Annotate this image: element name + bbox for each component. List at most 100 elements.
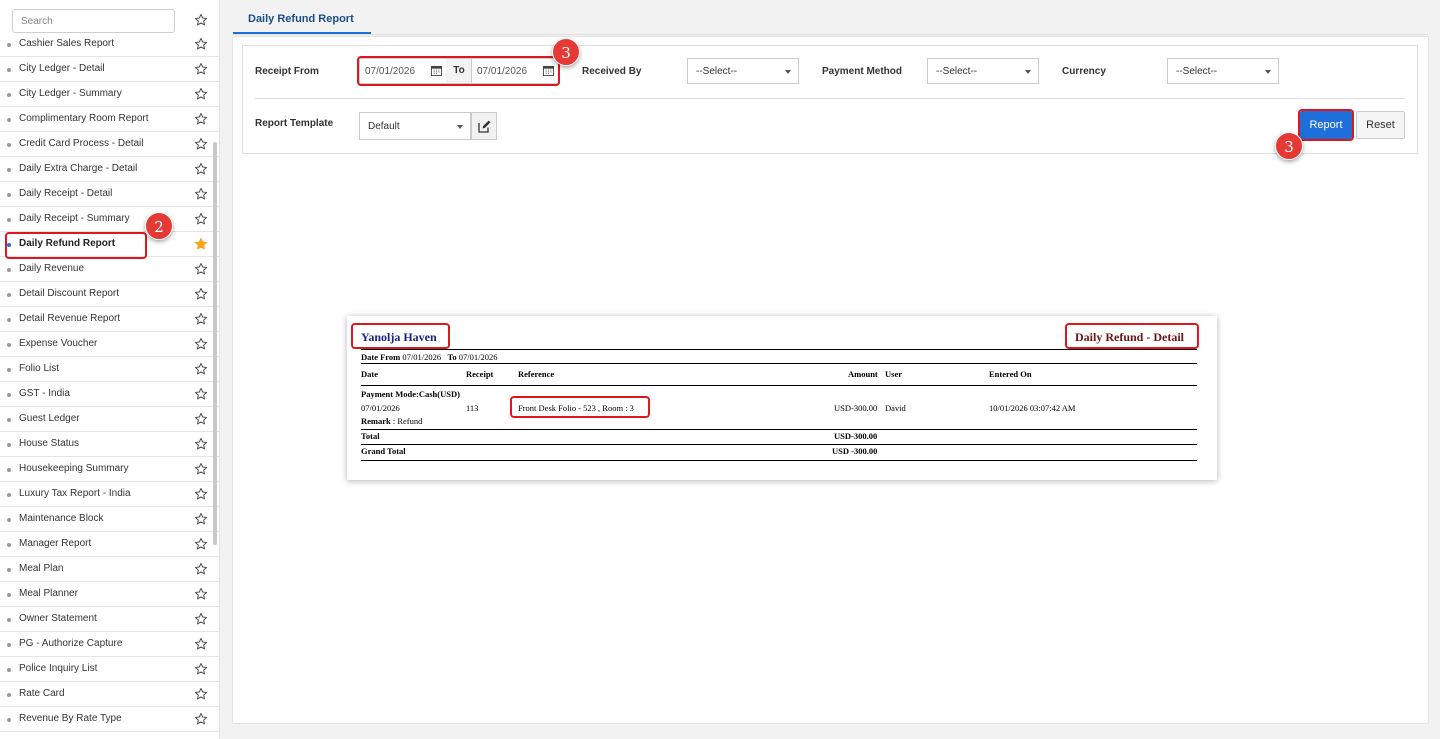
calendar-icon[interactable] [543, 65, 554, 76]
sidebar-item[interactable]: City Ledger - Summary [0, 82, 219, 107]
star-icon[interactable] [194, 437, 208, 451]
sidebar-item[interactable]: Meal Planner [0, 582, 219, 607]
star-icon[interactable] [194, 712, 208, 726]
star-icon[interactable] [194, 412, 208, 426]
sidebar-item[interactable]: Housekeeping Summary [0, 457, 219, 482]
sidebar-item[interactable]: Complimentary Room Report [0, 107, 219, 132]
report-sidebar: Cashier Sales Report City Ledger - Detail… [0, 0, 220, 739]
reset-button[interactable]: Reset [1356, 111, 1405, 139]
sidebar-item[interactable]: Maintenance Block [0, 507, 219, 532]
sidebar-item-label: Manager Report [19, 538, 92, 549]
col-entered-on: Entered On [989, 369, 1032, 379]
star-icon[interactable] [194, 512, 208, 526]
sidebar-item[interactable]: Daily Receipt - Summary [0, 207, 219, 232]
star-icon[interactable] [194, 612, 208, 626]
search-input[interactable] [12, 9, 175, 33]
date-to-separator: To [446, 58, 472, 84]
star-icon[interactable] [194, 62, 208, 76]
sidebar-item-label: Revenue By Rate Type [19, 713, 122, 724]
sidebar-item[interactable]: GST - India [0, 382, 219, 407]
sidebar-item[interactable]: Meal Plan [0, 557, 219, 582]
star-icon[interactable] [194, 162, 208, 176]
report-preview: Yanolja Haven Daily Refund - Detail Date… [347, 316, 1217, 480]
star-icon[interactable] [194, 137, 208, 151]
star-icon[interactable] [194, 337, 208, 351]
edit-template-button[interactable] [471, 112, 497, 140]
sidebar-item[interactable]: Police Inquiry List [0, 657, 219, 682]
sidebar-scrollbar[interactable] [213, 142, 217, 545]
tab-daily-refund-report[interactable]: Daily Refund Report [233, 8, 371, 34]
sidebar-item[interactable]: Daily Revenue [0, 257, 219, 282]
sidebar-item-label: Complimentary Room Report [19, 113, 149, 124]
received-by-select[interactable]: --Select-- [687, 58, 799, 84]
sidebar-item[interactable]: Daily Extra Charge - Detail [0, 157, 219, 182]
sidebar-item[interactable]: Manager Report [0, 532, 219, 557]
star-filled-icon[interactable] [194, 237, 208, 251]
sidebar-item[interactable]: Daily Receipt - Detail [0, 182, 219, 207]
star-icon[interactable] [194, 387, 208, 401]
favorites-star-icon[interactable] [194, 13, 208, 27]
star-icon[interactable] [194, 587, 208, 601]
payment-method-label: Payment Method [822, 66, 903, 77]
currency-select[interactable]: --Select-- [1167, 58, 1279, 84]
sidebar-item[interactable]: Credit Card Process - Detail [0, 132, 219, 157]
payment-method-select[interactable]: --Select-- [927, 58, 1039, 84]
star-icon[interactable] [194, 112, 208, 126]
sidebar-item[interactable]: Owner Statement [0, 607, 219, 632]
star-icon[interactable] [194, 687, 208, 701]
sidebar-item[interactable]: Daily Refund Report [0, 232, 219, 257]
sidebar-item[interactable]: PG - Authorize Capture [0, 632, 219, 657]
star-icon[interactable] [194, 362, 208, 376]
sidebar-item[interactable]: Luxury Tax Report - India [0, 482, 219, 507]
sidebar-item[interactable]: Guest Ledger [0, 407, 219, 432]
star-icon[interactable] [194, 312, 208, 326]
col-user: User [885, 369, 902, 379]
report-button[interactable]: Report [1300, 111, 1352, 139]
report-template-select[interactable]: Default [359, 112, 471, 140]
report-title: Daily Refund - Detail [1075, 330, 1184, 344]
sidebar-item[interactable]: House Status [0, 432, 219, 457]
sidebar-item[interactable]: Rate Card [0, 682, 219, 707]
sidebar-item[interactable]: Revenue By Rate Type [0, 707, 219, 732]
remark-label: Remark [361, 416, 391, 426]
bullet-icon [7, 718, 11, 722]
star-icon[interactable] [194, 187, 208, 201]
sidebar-item[interactable]: Detail Discount Report [0, 282, 219, 307]
date-from-input[interactable]: 07/01/2026 [359, 58, 448, 84]
star-icon[interactable] [194, 212, 208, 226]
sidebar-item-label: Folio List [19, 363, 60, 374]
star-icon[interactable] [194, 562, 208, 576]
remark-line: Remark : Refund [361, 416, 422, 426]
star-icon[interactable] [194, 537, 208, 551]
report-line [361, 385, 1197, 386]
sidebar-item[interactable]: Folio List [0, 357, 219, 382]
star-icon[interactable] [194, 37, 208, 51]
star-icon[interactable] [194, 287, 208, 301]
report-template-label: Report Template [255, 118, 334, 129]
bullet-icon [7, 468, 11, 472]
report-line [361, 460, 1197, 461]
bullet-icon [7, 143, 11, 147]
calendar-icon[interactable] [431, 65, 442, 76]
star-icon[interactable] [194, 87, 208, 101]
col-reference: Reference [518, 369, 555, 379]
star-icon[interactable] [194, 262, 208, 276]
step-badge-3-bottom: 3 [1275, 132, 1303, 160]
report-line [361, 429, 1197, 430]
edit-icon [478, 120, 491, 133]
star-icon[interactable] [194, 637, 208, 651]
sidebar-item[interactable]: Detail Revenue Report [0, 307, 219, 332]
star-icon[interactable] [194, 487, 208, 501]
star-icon[interactable] [194, 662, 208, 676]
star-icon[interactable] [194, 462, 208, 476]
sidebar-item[interactable]: Cashier Sales Report [0, 32, 219, 57]
sidebar-item[interactable]: Expense Voucher [0, 332, 219, 357]
sidebar-item-label: Daily Revenue [19, 263, 85, 274]
grand-total-label: Grand Total [361, 446, 406, 456]
date-to-input[interactable]: 07/01/2026 [471, 58, 560, 84]
row-amount: USD-300.00 [834, 403, 878, 413]
sidebar-item[interactable]: City Ledger - Detail [0, 57, 219, 82]
bullet-icon [7, 218, 11, 222]
remark-value: : Refund [392, 416, 423, 426]
date-from-label: Date From [361, 352, 401, 362]
